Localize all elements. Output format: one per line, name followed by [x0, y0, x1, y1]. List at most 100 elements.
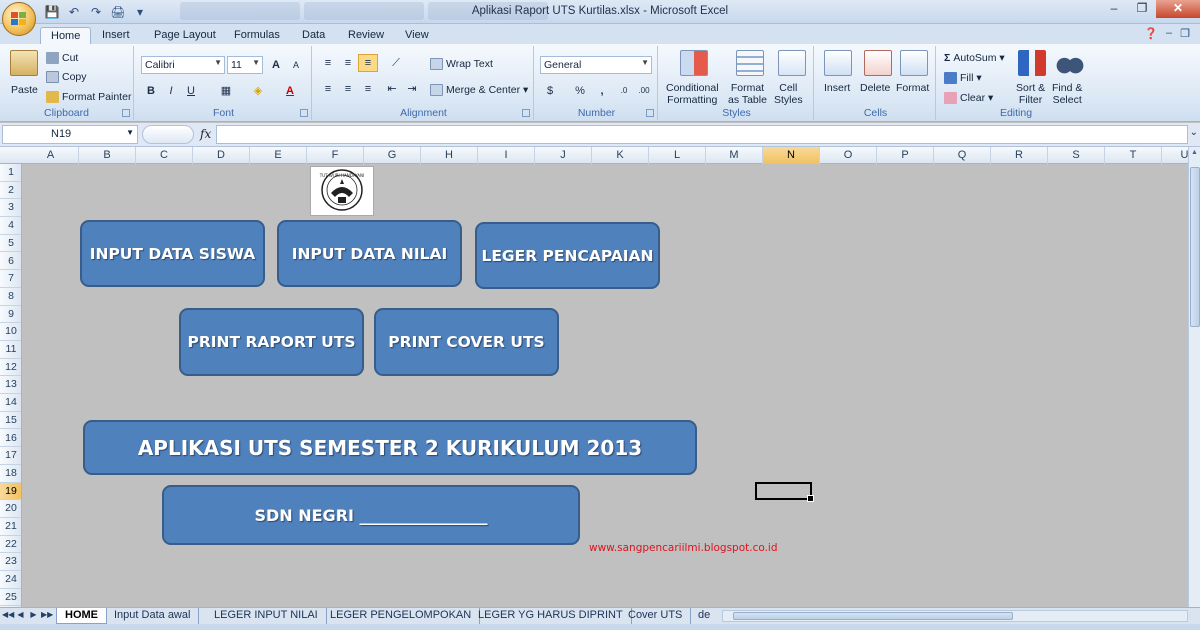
row-header-19[interactable]: 19 [0, 482, 21, 501]
column-header-m[interactable]: M [706, 147, 763, 164]
print-raport-uts-button[interactable]: PRINT RAPORT UTS [179, 308, 364, 376]
row-header-2[interactable]: 2 [0, 182, 21, 200]
column-header-f[interactable]: F [307, 147, 364, 164]
comma-button[interactable]: , [592, 82, 612, 100]
close-button[interactable]: ✕ [1156, 0, 1200, 18]
cell-styles-button[interactable]: Cell Styles [774, 82, 803, 106]
font-name-select[interactable]: Calibri ▼ [141, 56, 225, 74]
align-bottom-icon[interactable]: ≡ [358, 54, 378, 72]
horizontal-scroll-thumb[interactable] [733, 612, 1013, 620]
autosum-button[interactable]: Σ AutoSum ▾ [944, 52, 1005, 64]
help-icon[interactable]: ❓ [1144, 27, 1158, 40]
expand-formula-bar-icon[interactable]: ⌄ [1190, 127, 1198, 138]
row-header-24[interactable]: 24 [0, 571, 21, 589]
shrink-font-button[interactable]: A [286, 56, 306, 74]
column-header-r[interactable]: R [991, 147, 1048, 164]
font-size-select[interactable]: 11 ▼ [227, 56, 263, 74]
tab-insert[interactable]: Insert [92, 27, 140, 44]
delete-cells-button[interactable]: Delete [860, 82, 890, 94]
column-header-q[interactable]: Q [934, 147, 991, 164]
conditional-formatting-button[interactable]: Conditional Formatting [666, 82, 719, 106]
tab-page-layout[interactable]: Page Layout [144, 27, 226, 44]
decrease-indent-icon[interactable]: ⇤ [382, 80, 402, 98]
wrap-text-button[interactable]: Wrap Text [430, 58, 493, 71]
sheet-tab-leger-pengelompokan[interactable]: LEGER PENGELOMPOKAN [322, 608, 481, 624]
number-format-select[interactable]: General ▼ [540, 56, 652, 74]
borders-icon[interactable]: ▦ [216, 82, 236, 100]
increase-indent-icon[interactable]: ⇥ [402, 80, 422, 98]
sheet-tab-leger-yg-harus-diprint[interactable]: LEGER YG HARUS DIPRINT [470, 608, 632, 624]
fill-button[interactable]: Fill ▾ [944, 72, 982, 85]
minimize-ribbon-icon[interactable]: – [1166, 27, 1172, 40]
row-header-13[interactable]: 13 [0, 376, 21, 395]
percent-button[interactable]: % [570, 82, 590, 100]
tab-home[interactable]: Home [40, 27, 92, 44]
tab-data[interactable]: Data [292, 27, 335, 44]
align-right-icon[interactable]: ≡ [358, 80, 378, 98]
fill-color-icon[interactable]: ◈ [248, 82, 268, 100]
column-header-p[interactable]: P [877, 147, 934, 164]
column-header-b[interactable]: B [79, 147, 136, 164]
cut-button[interactable]: Cut [46, 52, 78, 65]
column-header-h[interactable]: H [421, 147, 478, 164]
vertical-scrollbar[interactable]: ▲ [1188, 147, 1200, 607]
paste-button[interactable]: Paste [11, 84, 38, 96]
row-header-25[interactable]: 25 [0, 589, 21, 607]
align-middle-icon[interactable]: ≡ [338, 54, 358, 72]
scroll-up-icon[interactable]: ▲ [1189, 149, 1200, 156]
currency-icon[interactable]: $ [540, 82, 560, 100]
formula-input[interactable] [216, 125, 1188, 144]
first-sheet-icon[interactable]: ◀◀ [2, 610, 14, 619]
align-top-icon[interactable]: ≡ [318, 54, 338, 72]
row-header-16[interactable]: 16 [0, 430, 21, 448]
find-select-button[interactable]: Find & Select [1052, 82, 1082, 106]
sheet-tab-de[interactable]: de [690, 608, 718, 624]
row-header-21[interactable]: 21 [0, 518, 21, 536]
row-header-18[interactable]: 18 [0, 465, 21, 483]
insert-cells-button[interactable]: Insert [824, 82, 850, 94]
align-left-icon[interactable]: ≡ [318, 80, 338, 98]
bold-button[interactable]: B [141, 82, 161, 100]
column-header-n[interactable]: N [763, 147, 820, 164]
input-data-nilai-button[interactable]: INPUT DATA NILAI [277, 220, 462, 287]
number-launcher-icon[interactable] [646, 109, 654, 117]
grow-font-button[interactable]: A [266, 56, 286, 74]
row-header-12[interactable]: 12 [0, 359, 21, 377]
vertical-scroll-thumb[interactable] [1190, 167, 1200, 327]
column-header-s[interactable]: S [1048, 147, 1105, 164]
minimize-button[interactable]: – [1100, 0, 1128, 18]
align-center-icon[interactable]: ≡ [338, 80, 358, 98]
copy-button[interactable]: Copy [46, 71, 87, 84]
column-header-o[interactable]: O [820, 147, 877, 164]
tab-view[interactable]: View [395, 27, 439, 44]
row-header-6[interactable]: 6 [0, 253, 21, 271]
clear-button[interactable]: Clear ▾ [944, 92, 993, 105]
last-sheet-icon[interactable]: ▶▶ [41, 610, 53, 619]
sheet-tab-leger-input-nilai[interactable]: LEGER INPUT NILAI [206, 608, 327, 624]
print-cover-uts-button[interactable]: PRINT COVER UTS [374, 308, 559, 376]
sheet-tab-home[interactable]: HOME [56, 608, 107, 624]
column-header-t[interactable]: T [1105, 147, 1162, 164]
column-header-g[interactable]: G [364, 147, 421, 164]
maximize-button[interactable]: ❐ [1128, 0, 1156, 18]
italic-button[interactable]: I [161, 82, 181, 100]
font-color-icon[interactable]: A [280, 82, 300, 100]
row-header-9[interactable]: 9 [0, 306, 21, 324]
column-header-i[interactable]: I [478, 147, 535, 164]
row-header-17[interactable]: 17 [0, 447, 21, 465]
sheet-tab-cover-uts[interactable]: Cover UTS [620, 608, 692, 624]
row-header-3[interactable]: 3 [0, 199, 21, 218]
horizontal-scrollbar[interactable] [722, 610, 1188, 622]
insert-function-button[interactable]: fx [200, 127, 211, 141]
merge-center-button[interactable]: Merge & Center ▾ [430, 84, 528, 97]
row-header-1[interactable]: 1 [0, 164, 21, 182]
underline-button[interactable]: U [181, 82, 201, 100]
format-painter-button[interactable]: Format Painter [46, 91, 131, 104]
alignment-launcher-icon[interactable] [522, 109, 530, 117]
tab-review[interactable]: Review [338, 27, 394, 44]
tab-formulas[interactable]: Formulas [224, 27, 290, 44]
row-header-14[interactable]: 14 [0, 394, 21, 412]
decrease-decimal-icon[interactable]: .00 [634, 82, 654, 100]
worksheet-grid[interactable]: TUT WURI HANDAYANI INPUT DATA SISWA INPU… [23, 164, 1188, 607]
column-header-j[interactable]: J [535, 147, 592, 164]
